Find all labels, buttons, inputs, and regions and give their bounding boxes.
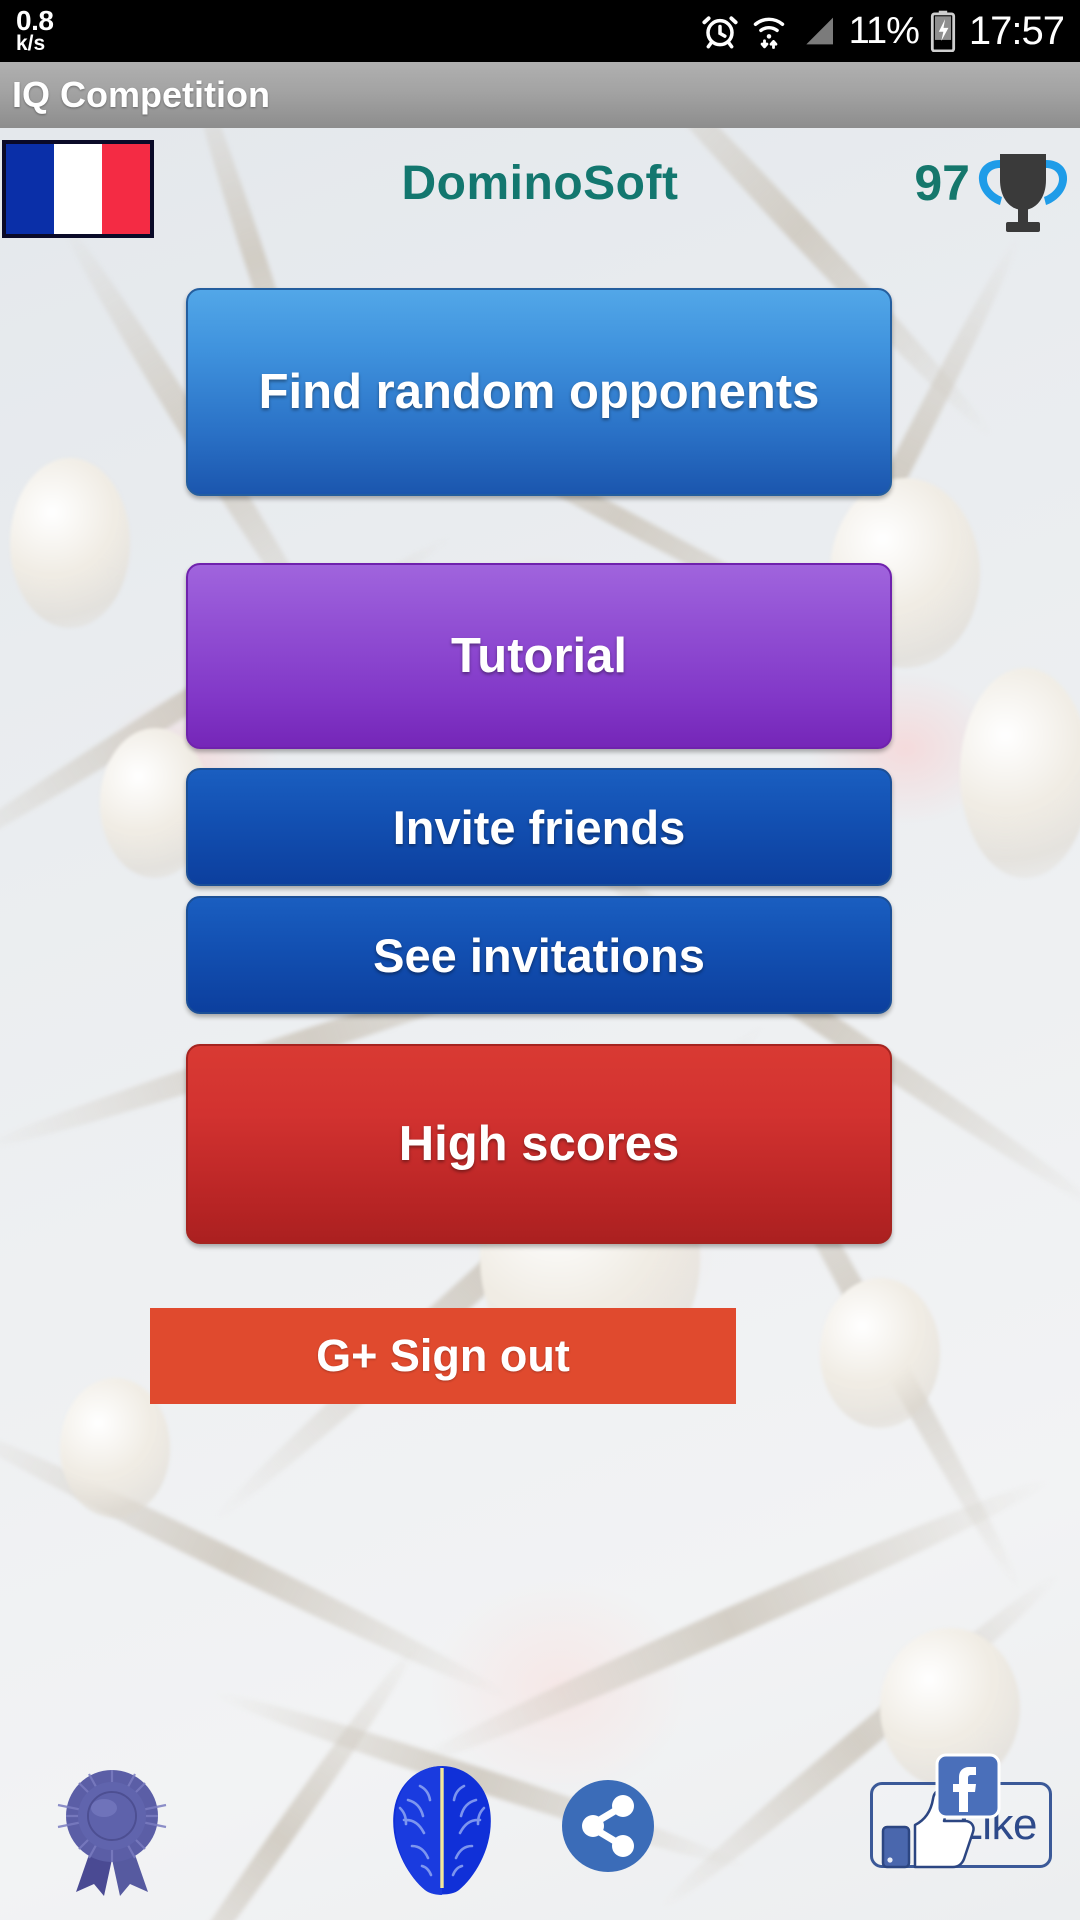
game-header: DominoSoft 97	[0, 128, 1080, 238]
bottom-icon-bar: Like	[0, 1753, 1080, 1904]
wifi-icon	[753, 17, 784, 49]
app-screen: 0.8 k/s 11% 17:57 IQ Competition DominoS…	[0, 0, 1080, 1920]
see-invitations-button[interactable]: See invitations	[186, 896, 892, 1014]
action-bar: IQ Competition	[0, 62, 1080, 128]
google-plus-sign-out-button[interactable]: G+ Sign out	[150, 1308, 736, 1404]
high-scores-button[interactable]: High scores	[186, 1044, 892, 1244]
network-speed-value: 0.8	[16, 4, 54, 36]
alarm-icon	[702, 16, 738, 49]
network-speed-indicator: 0.8 k/s	[16, 4, 54, 56]
status-icons: 11% 17:57	[700, 8, 1065, 54]
battery-percent: 11%	[848, 9, 920, 52]
battery-charging-icon	[930, 10, 955, 52]
score-value: 97	[914, 155, 970, 211]
facebook-f-icon	[935, 1753, 1001, 1819]
app-title: IQ Competition	[12, 74, 270, 115]
facebook-like-button[interactable]: Like	[870, 1753, 1052, 1869]
status-bar: 0.8 k/s 11% 17:57	[0, 0, 1080, 62]
invite-friends-button[interactable]: Invite friends	[186, 768, 892, 886]
signal-icon	[805, 17, 833, 45]
trophy-icon[interactable]	[972, 146, 1074, 234]
share-icon[interactable]	[560, 1778, 656, 1874]
brain-icon[interactable]	[378, 1762, 506, 1898]
network-speed-unit: k/s	[16, 32, 46, 56]
find-random-opponents-button[interactable]: Find random opponents	[186, 288, 892, 496]
tutorial-button[interactable]: Tutorial	[186, 563, 892, 749]
main-content: DominoSoft 97 Find random opponents Tuto…	[0, 128, 1080, 1920]
award-ribbon-icon[interactable]	[48, 1764, 176, 1896]
clock: 17:57	[968, 8, 1065, 53]
